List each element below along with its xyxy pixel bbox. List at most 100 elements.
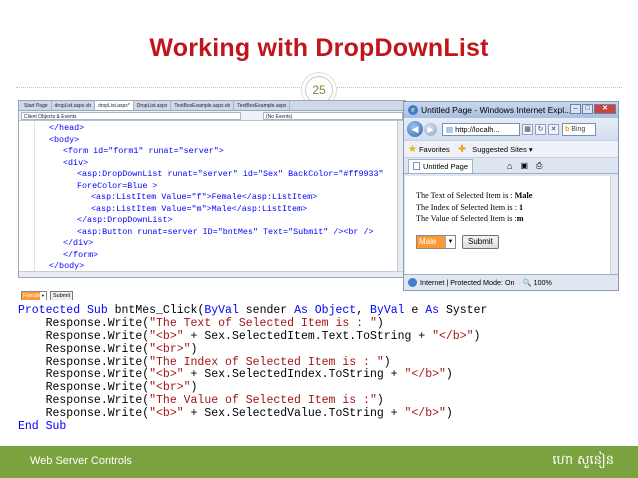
zoom-level[interactable]: 100% (534, 278, 552, 287)
objects-events-combo[interactable]: Client Objects & Events (21, 112, 241, 120)
code-line: <div> (63, 157, 89, 168)
code-token: "<b>" (149, 407, 184, 421)
close-button[interactable]: ✕ (594, 104, 616, 114)
editor-tab[interactable]: TextBoxExample.aspx.vb (171, 101, 235, 110)
result-label: The Text of Selected Item is : (416, 191, 515, 200)
code-token: ByVal (204, 304, 239, 317)
code-line: </form> (63, 249, 99, 260)
code-token: Protected Sub (18, 304, 115, 317)
code-line: <asp:Button runat=server ID="bntMes" Tex… (77, 226, 374, 237)
code-token: End Sub (18, 420, 67, 434)
vb-code-line: End Sub (18, 420, 620, 434)
code-line: <body> (49, 134, 80, 145)
minimize-button[interactable]: – (570, 104, 581, 114)
browser-tab-bar: Untitled Page ⌂ ▣ ⎙ (404, 157, 618, 174)
code-line: </asp:DropDownList> (77, 215, 173, 225)
suggested-sites-link[interactable]: Suggested Sites ▾ (472, 145, 532, 154)
browser-vertical-scrollbar[interactable] (610, 176, 618, 275)
slide-title: Working with DropDownList (149, 34, 489, 62)
result-label: The Index of Selected Item is : (416, 202, 519, 212)
refresh-icon[interactable]: ↻ (535, 123, 546, 135)
editor-tab[interactable]: DropList.aspx (134, 101, 172, 110)
code-token: ) (383, 355, 391, 369)
editor-tab[interactable]: dropList.aspx.vb (52, 101, 96, 110)
code-token: sender (238, 304, 295, 317)
home-icon[interactable]: ⌂ (507, 161, 512, 171)
address-text: http://localh... (455, 124, 500, 134)
back-button[interactable]: ◀ (407, 121, 423, 137)
forward-button[interactable]: ▶ (424, 122, 437, 136)
zoom-icon[interactable]: 🔍 (523, 278, 532, 287)
code-token: + Sex.SelectedItem.Text.ToString + (183, 329, 433, 343)
code-token: Response.Write( (18, 329, 150, 343)
star-icon: ★ (408, 143, 417, 155)
code-token: Response.Write( (18, 407, 150, 421)
browser-navbar: ◀ ▶ ▤ http://localh... ▦ ↻ ✕ b Bing (404, 118, 618, 140)
code-token: ) (445, 407, 453, 421)
code-token: As Object (294, 304, 357, 317)
result-line: The Index of Selected Item is : 1 (416, 202, 532, 214)
footer-section-title: Web Server Controls (30, 455, 132, 467)
code-token: ) (190, 381, 198, 395)
bing-logo-icon: b (565, 125, 570, 133)
result-text: The Text of Selected Item is : Male The I… (416, 190, 532, 225)
editor-tab[interactable]: dropList.aspx* (95, 101, 134, 110)
result-value: Male (514, 191, 533, 200)
code-token: Syster (439, 304, 488, 317)
code-token: Response.Write( (18, 316, 150, 330)
code-line: <form id="form1" runat="server"> (63, 146, 224, 156)
submit-button[interactable]: Submit (462, 235, 499, 249)
editor-combo-bar: Client Objects & Events (No Events) (19, 111, 405, 121)
status-bar: Internet | Protected Mode: On 🔍 100% (404, 274, 618, 290)
tab-untitled-page[interactable]: Untitled Page (408, 158, 474, 173)
address-bar[interactable]: ▤ http://localh... (442, 122, 520, 136)
code-token: ) (445, 368, 453, 382)
code-behind-panel: Protected Sub bntMes_Click(ByVal sender … (18, 300, 620, 440)
result-value: 1 (519, 202, 524, 212)
tab-label: Untitled Page (423, 161, 469, 171)
stop-icon[interactable]: ✕ (548, 123, 559, 135)
print-icon[interactable]: ⎙ (536, 161, 542, 171)
chevron-down-icon: ▼ (445, 236, 455, 248)
code-token: , (356, 304, 371, 317)
code-token: "<b>" (149, 368, 184, 382)
code-token: ) (473, 329, 481, 343)
favorites-button[interactable]: Favorites (419, 145, 450, 154)
code-line: <asp:ListItem Value="f">Female</asp:List… (91, 192, 318, 202)
feeds-icon[interactable]: ▣ (520, 161, 528, 170)
page-icon: ▤ (446, 124, 454, 134)
editor-tab[interactable]: Start Page (21, 101, 52, 110)
code-token: "<br>" (149, 381, 191, 395)
favorites-bar: ★ Favorites ✚ Suggested Sites ▾ (404, 140, 618, 157)
editor-horizontal-scrollbar[interactable] (19, 271, 405, 277)
search-box[interactable]: b Bing (562, 122, 596, 136)
browser-page-content: The Text of Selected Item is : Male The I… (405, 176, 611, 275)
result-line: The Value of Selected Item is :m (416, 213, 532, 225)
browser-title: Untitled Page - Windows Internet Expl... (421, 105, 572, 115)
code-token: "</b>" (404, 407, 446, 421)
editor-tab[interactable]: TextBoxExample.aspx (234, 101, 291, 110)
sex-dropdown[interactable]: Male ▼ (416, 235, 456, 249)
browser-window: e Untitled Page - Windows Internet Expl.… (403, 101, 619, 291)
maximize-button[interactable]: □ (582, 104, 593, 114)
add-favorite-icon[interactable]: ✚ (458, 144, 466, 155)
code-line: ForeColor=Blue > (77, 180, 158, 191)
events-combo[interactable]: (No Events) (263, 112, 403, 120)
code-token: e (404, 304, 426, 317)
code-token: Response.Write( (18, 368, 150, 382)
preview-dropdown-value: Female (23, 293, 42, 299)
search-provider-label: Bing (571, 125, 586, 133)
security-zone-text: Internet | Protected Mode: On (420, 278, 515, 287)
code-token: + Sex.SelectedIndex.ToString + (183, 368, 405, 382)
result-label: The Value of Selected Item is : (416, 214, 517, 223)
code-token: "The Text of Selected Item is : " (149, 316, 377, 330)
vb-code-line: Response.Write("<b>" + Sex.SelectedValue… (18, 407, 620, 421)
code-token: ) (376, 394, 384, 408)
result-line: The Text of Selected Item is : Male (416, 190, 532, 202)
markup-code: </head> <body> <form id="form1" runat="ser… (35, 123, 384, 277)
compat-view-icon[interactable]: ▦ (522, 123, 533, 135)
dropdown-selected-value: Male (419, 237, 437, 246)
code-line: <asp:DropDownList runat="server" id="Sex… (77, 169, 384, 179)
editor-tab-strip: Start Page dropList.aspx.vb dropList.aspx*… (19, 101, 405, 111)
code-token: + Sex.SelectedValue.ToString + (183, 407, 405, 421)
